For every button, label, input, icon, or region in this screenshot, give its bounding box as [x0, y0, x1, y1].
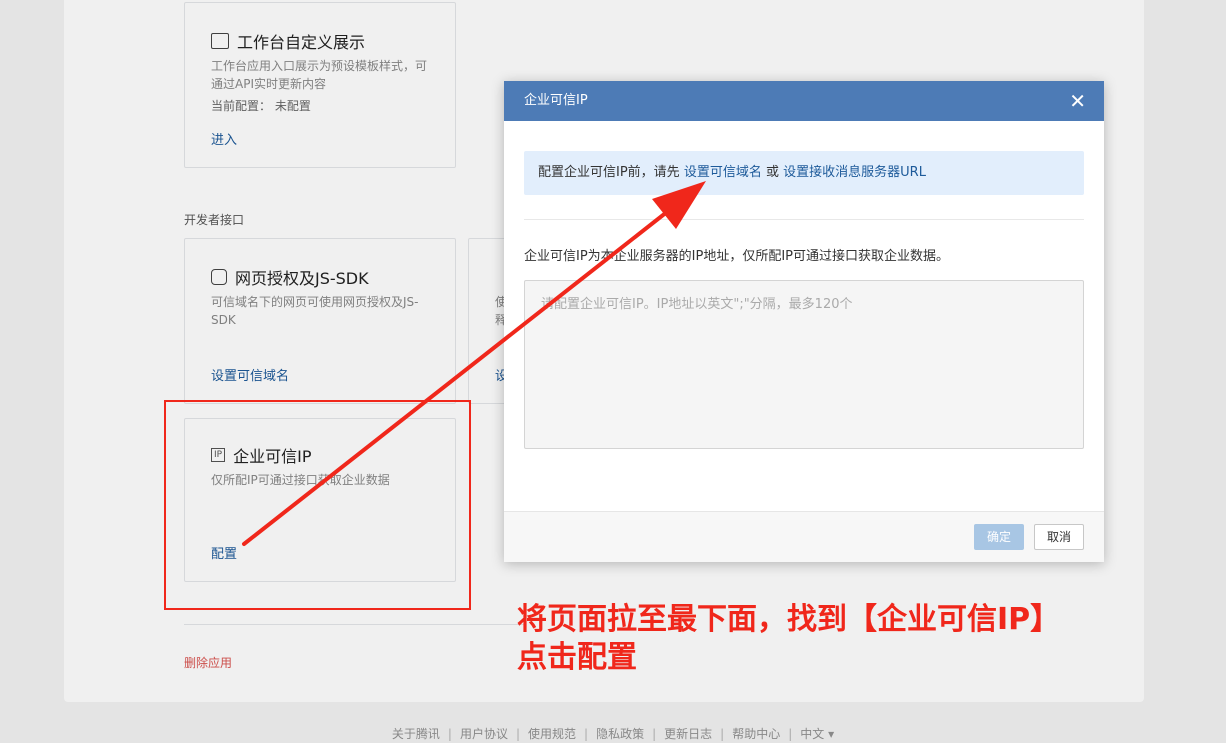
- annotation-text: 将页面拉至最下面，找到【企业可信IP】 点击配置: [517, 602, 1061, 675]
